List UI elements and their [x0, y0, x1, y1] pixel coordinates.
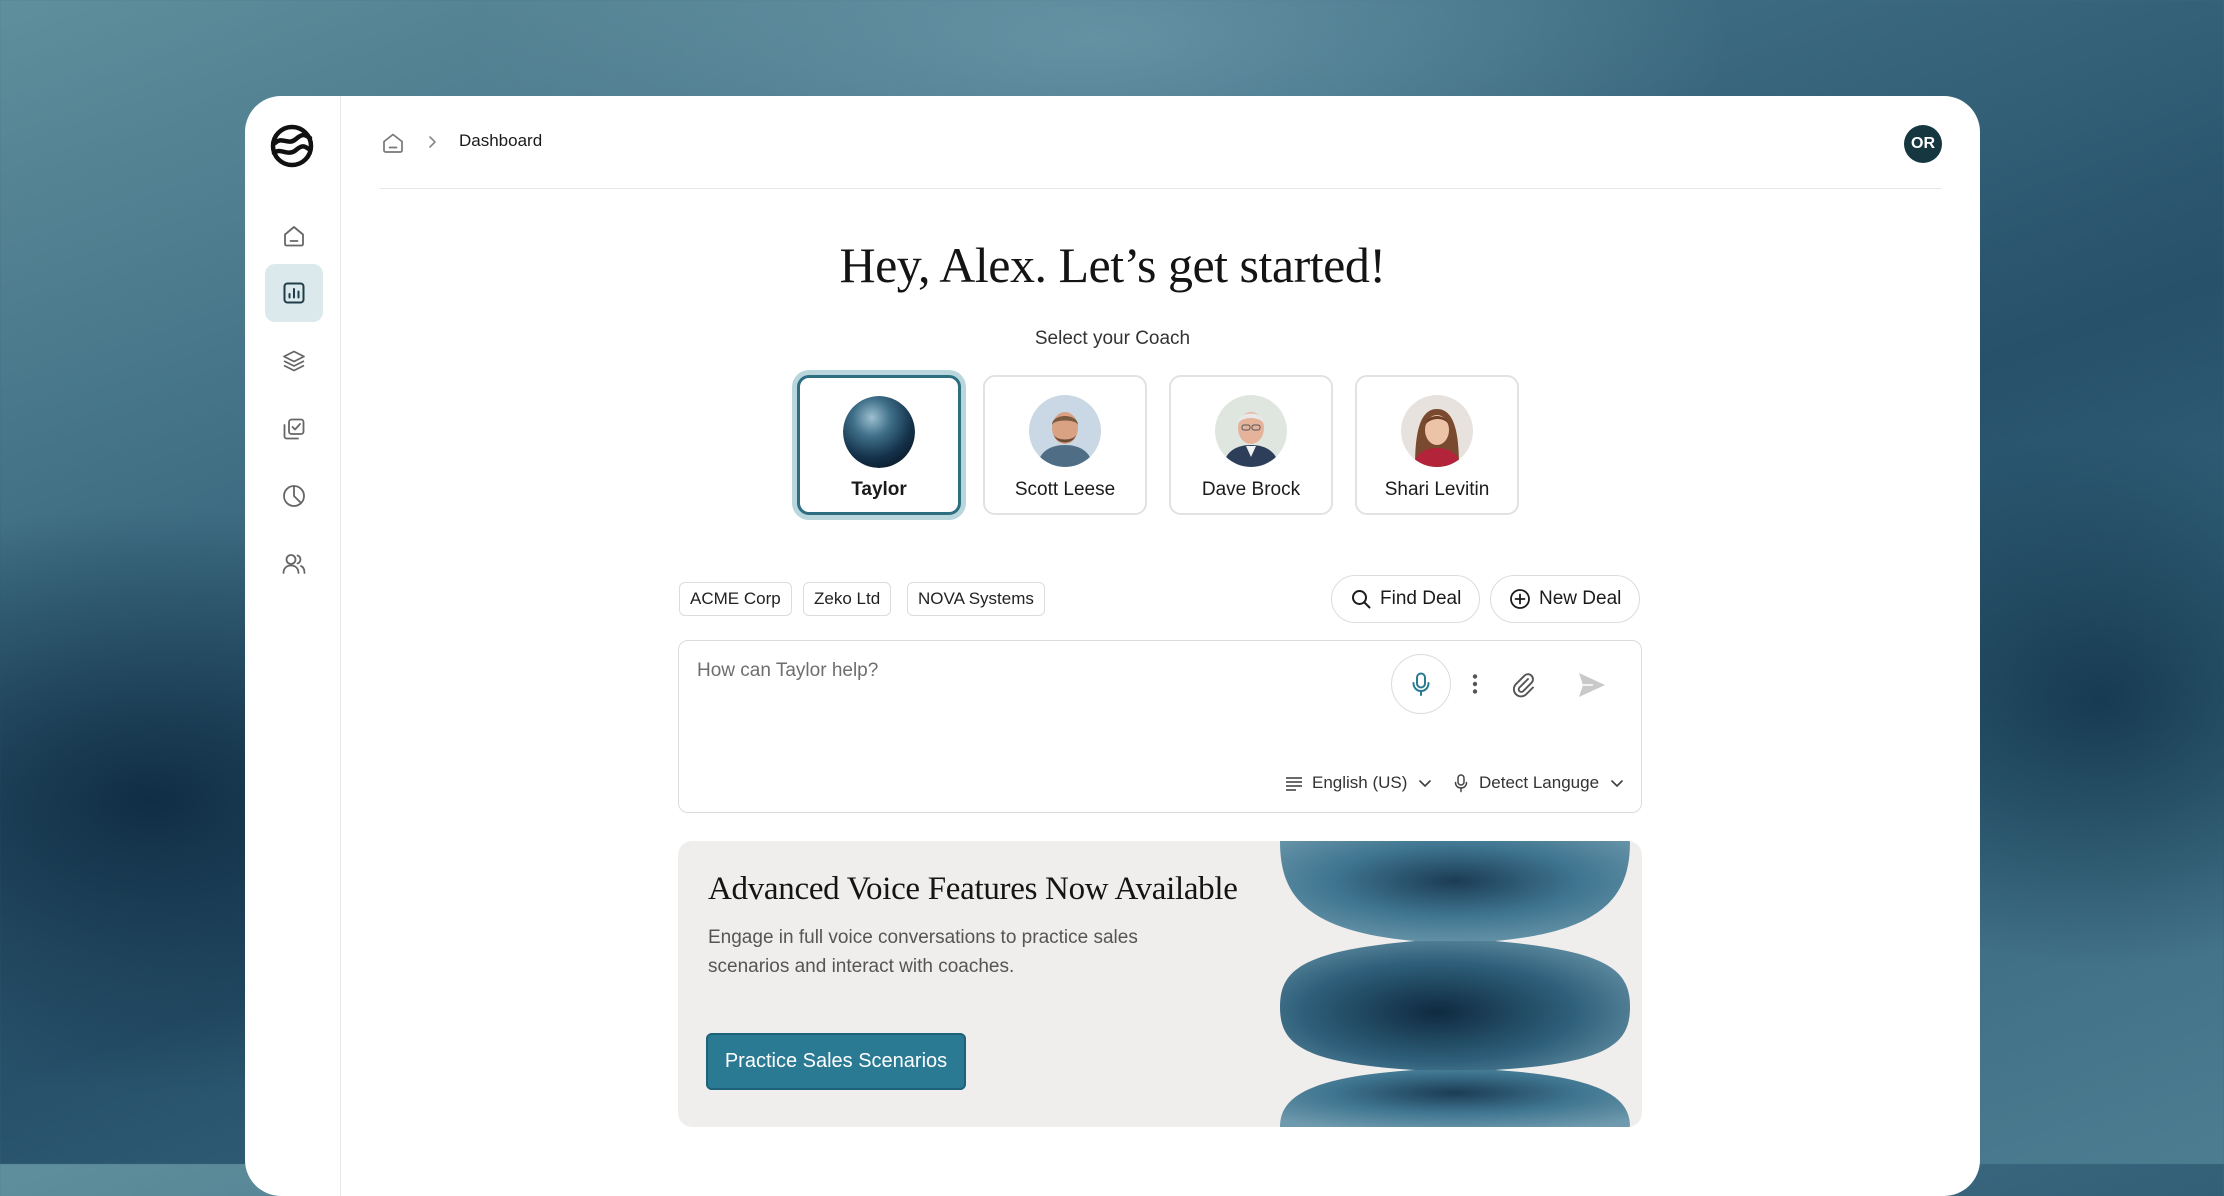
- coach-card-taylor[interactable]: Taylor: [797, 375, 961, 515]
- text-lines-icon: [1286, 777, 1302, 791]
- chat-composer: English (US) Detect Languge: [678, 640, 1642, 813]
- breadcrumb-home-icon[interactable]: [380, 130, 406, 156]
- voice-input-button[interactable]: [1391, 654, 1451, 714]
- coach-card-dave-brock[interactable]: Dave Brock: [1169, 375, 1333, 515]
- brand-logo-icon[interactable]: [270, 124, 314, 168]
- pie-chart-icon: [283, 485, 305, 507]
- find-deal-label: Find Deal: [1380, 588, 1462, 609]
- chat-input[interactable]: [695, 655, 1299, 687]
- breadcrumb-current: Dashboard: [459, 131, 543, 150]
- find-deal-button[interactable]: Find Deal: [1331, 575, 1481, 623]
- voice-language-select[interactable]: Detect Languge: [1451, 771, 1627, 795]
- coach-prompt: Select your Coach: [1034, 328, 1191, 349]
- chevron-down-icon: [1611, 780, 1623, 787]
- abstract-wave-artwork: [1280, 841, 1630, 1127]
- language-select[interactable]: English (US): [1284, 771, 1435, 795]
- chevron-down-icon: [1419, 780, 1432, 787]
- banner-title: Advanced Voice Features Now Available: [708, 871, 1238, 907]
- deal-chip-acme-corp[interactable]: ACME Corp: [679, 582, 792, 616]
- coach-card-shari-levitin[interactable]: Shari Levitin: [1355, 375, 1519, 515]
- page-title: Hey, Alex. Let’s get started!: [839, 237, 1386, 293]
- taylor-orb-avatar: [843, 396, 915, 468]
- practice-sales-scenarios-button[interactable]: Practice Sales Scenarios: [706, 1033, 966, 1090]
- more-options-icon[interactable]: [1462, 671, 1488, 697]
- sidebar-item-tasks[interactable]: [265, 400, 323, 458]
- attach-paperclip-icon[interactable]: [1508, 670, 1538, 700]
- scott-leese-photo: [1029, 395, 1101, 467]
- search-icon: [1352, 590, 1371, 609]
- deal-chip-zeko-ltd[interactable]: Zeko Ltd: [803, 582, 892, 616]
- coach-name: Scott Leese: [1014, 479, 1116, 500]
- top-bar: Dashboard OR: [380, 96, 1942, 189]
- microphone-icon: [1412, 672, 1430, 696]
- voice-features-banner: Advanced Voice Features Now Available En…: [678, 841, 1642, 1127]
- language-value: English (US): [1312, 773, 1408, 792]
- tasks-icon: [283, 418, 305, 440]
- banner-description: Engage in full voice conversations to pr…: [708, 927, 1138, 977]
- users-icon: [282, 554, 306, 574]
- sidebar-item-users[interactable]: [265, 535, 323, 593]
- plus-circle-icon: [1510, 589, 1530, 609]
- coach-card-scott-leese[interactable]: Scott Leese: [983, 375, 1147, 515]
- chevron-right-icon: [429, 136, 436, 148]
- coach-name: Shari Levitin: [1384, 479, 1490, 500]
- layers-icon: [283, 350, 305, 372]
- dave-brock-photo: [1215, 395, 1287, 467]
- new-deal-button[interactable]: New Deal: [1490, 575, 1641, 623]
- coach-name: Taylor: [851, 479, 907, 500]
- deal-chip-nova-systems[interactable]: NOVA Systems: [907, 582, 1045, 616]
- voice-language-value: Detect Languge: [1479, 773, 1600, 792]
- send-icon[interactable]: [1575, 668, 1609, 702]
- sidebar-item-analytics[interactable]: [265, 467, 323, 525]
- new-deal-label: New Deal: [1539, 588, 1622, 609]
- shari-levitin-photo: [1401, 395, 1473, 467]
- app-window: Dashboard OR Hey, Alex. Let’s get starte…: [245, 96, 1980, 1196]
- microphone-small-icon: [1454, 774, 1468, 793]
- coach-name: Dave Brock: [1201, 479, 1301, 500]
- user-avatar[interactable]: OR: [1904, 125, 1942, 163]
